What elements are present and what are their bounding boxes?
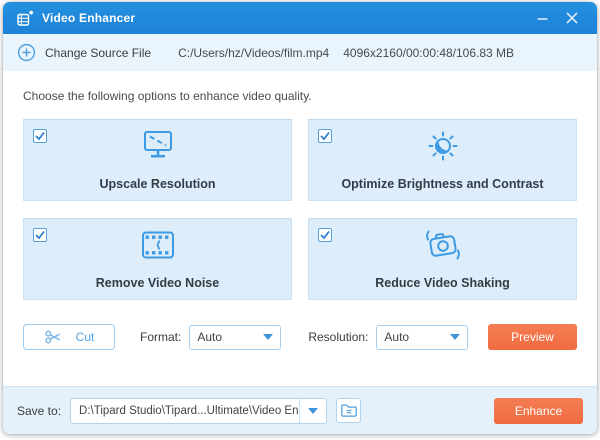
brightness-sun-icon	[421, 126, 465, 166]
option-card-optimize-brightness[interactable]: Optimize Brightness and Contrast	[308, 119, 577, 201]
option-card-reduce-shaking[interactable]: Reduce Video Shaking	[308, 218, 577, 300]
check-icon	[35, 131, 45, 141]
minimize-icon	[537, 13, 548, 24]
check-icon	[320, 230, 330, 240]
open-folder-button[interactable]	[336, 398, 361, 423]
chevron-down-icon	[450, 334, 460, 340]
option-label: Reduce Video Shaking	[375, 276, 510, 290]
source-file-path: C:/Users/hz/Videos/film.mp4	[178, 46, 329, 60]
checkbox-remove-noise[interactable]	[33, 228, 47, 242]
option-label: Upscale Resolution	[100, 177, 216, 191]
resolution-value: Auto	[384, 330, 450, 344]
main-area: Choose the following options to enhance …	[3, 72, 597, 386]
save-to-label: Save to:	[17, 404, 61, 418]
options-grid: Upscale Resolution	[23, 119, 577, 300]
resolution-label: Resolution:	[308, 330, 368, 344]
controls-row: Cut Format: Auto Resolution: Auto Previe…	[23, 324, 577, 350]
option-card-upscale-resolution[interactable]: Upscale Resolution	[23, 119, 292, 201]
checkbox-upscale-resolution[interactable]	[33, 129, 47, 143]
format-select[interactable]: Auto	[189, 325, 281, 350]
video-enhancer-window: Video Enhancer Change Source File C:/Use…	[3, 2, 597, 434]
resolution-select[interactable]: Auto	[376, 325, 468, 350]
check-icon	[35, 230, 45, 240]
save-path-dropdown-button[interactable]	[299, 399, 326, 423]
checkbox-reduce-shaking[interactable]	[318, 228, 332, 242]
minimize-button[interactable]	[527, 6, 557, 30]
camera-shake-icon	[420, 225, 466, 265]
folder-icon	[340, 403, 358, 418]
instruction-text: Choose the following options to enhance …	[23, 89, 577, 103]
film-strip-icon	[136, 225, 180, 265]
plus-circle-icon	[17, 43, 36, 62]
option-label: Remove Video Noise	[96, 276, 219, 290]
footer-bar: Save to: D:\Tipard Studio\Tipard...Ultim…	[3, 386, 597, 434]
save-path-combo[interactable]: D:\Tipard Studio\Tipard...Ultimate\Video…	[70, 398, 327, 424]
chevron-down-icon	[308, 408, 318, 414]
window-title: Video Enhancer	[42, 11, 135, 25]
scissors-icon	[44, 328, 62, 346]
chevron-down-icon	[263, 334, 273, 340]
checkbox-optimize-brightness[interactable]	[318, 129, 332, 143]
titlebar: Video Enhancer	[3, 2, 597, 34]
check-icon	[320, 131, 330, 141]
cut-button[interactable]: Cut	[23, 324, 115, 350]
close-button[interactable]	[557, 6, 587, 30]
monitor-upscale-icon	[136, 126, 180, 166]
source-bar: Change Source File C:/Users/hz/Videos/fi…	[3, 34, 597, 72]
save-path-value: D:\Tipard Studio\Tipard...Ultimate\Video…	[71, 399, 299, 423]
option-card-remove-noise[interactable]: Remove Video Noise	[23, 218, 292, 300]
enhance-button[interactable]: Enhance	[494, 398, 583, 424]
format-label: Format:	[140, 330, 181, 344]
source-file-info: 4096x2160/00:00:48/106.83 MB	[343, 46, 514, 60]
change-source-file-button[interactable]: Change Source File	[17, 43, 151, 62]
close-icon	[566, 12, 578, 24]
change-source-file-label: Change Source File	[45, 46, 151, 60]
cut-label: Cut	[76, 330, 95, 344]
format-value: Auto	[197, 330, 263, 344]
app-icon	[17, 10, 34, 27]
option-label: Optimize Brightness and Contrast	[341, 177, 543, 191]
preview-button[interactable]: Preview	[488, 324, 577, 350]
